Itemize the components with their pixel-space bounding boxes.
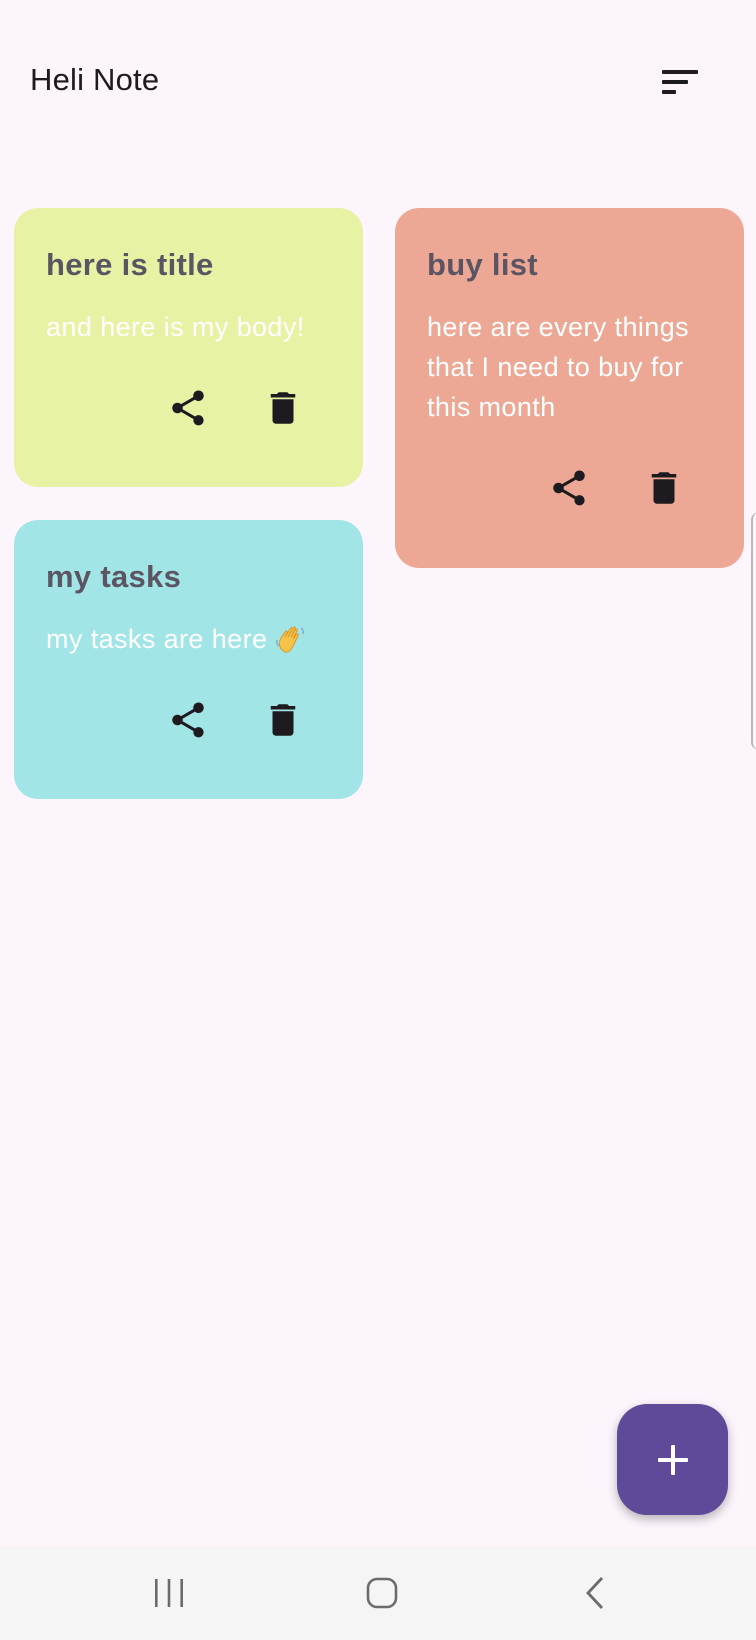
plus-icon [657, 1444, 688, 1475]
system-navigation-bar [0, 1546, 756, 1640]
waving-hand-emoji [276, 626, 305, 653]
sort-button[interactable] [646, 52, 714, 112]
note-title: buy list [427, 247, 538, 282]
note-body: here are every things that I need to buy… [427, 312, 690, 423]
top-app-bar: Heli Note [0, 0, 756, 140]
note-title: here is title [46, 247, 214, 282]
share-icon [172, 702, 204, 738]
note-body-text: my tasks are here [46, 624, 268, 655]
edge-panel-handle[interactable] [751, 512, 756, 750]
back-icon [586, 1577, 604, 1609]
app-title: Heli Note [30, 62, 160, 97]
note-card[interactable]: here is title and here is my body! [14, 208, 363, 487]
note-body: and here is my body! [46, 312, 305, 343]
note-body: my tasks are here [46, 619, 331, 659]
share-button[interactable] [163, 383, 213, 433]
add-note-button[interactable] [617, 1404, 728, 1515]
share-icon [553, 470, 585, 506]
delete-button[interactable] [258, 695, 308, 745]
delete-button[interactable] [639, 463, 689, 513]
sort-icon [662, 70, 698, 94]
share-button[interactable] [544, 463, 594, 513]
share-button[interactable] [163, 695, 213, 745]
home-icon [366, 1577, 398, 1609]
recents-button[interactable] [109, 1546, 229, 1640]
note-card[interactable]: buy list here are every things that I ne… [395, 208, 744, 568]
delete-button[interactable] [258, 383, 308, 433]
note-card[interactable]: my tasks my tasks are here [14, 520, 363, 799]
back-button[interactable] [535, 1546, 655, 1640]
home-button[interactable] [322, 1546, 442, 1640]
delete-icon [651, 472, 677, 504]
delete-icon [270, 704, 296, 736]
delete-icon [270, 392, 296, 424]
note-title: my tasks [46, 559, 182, 594]
recents-icon [155, 1579, 183, 1607]
share-icon [172, 390, 204, 426]
